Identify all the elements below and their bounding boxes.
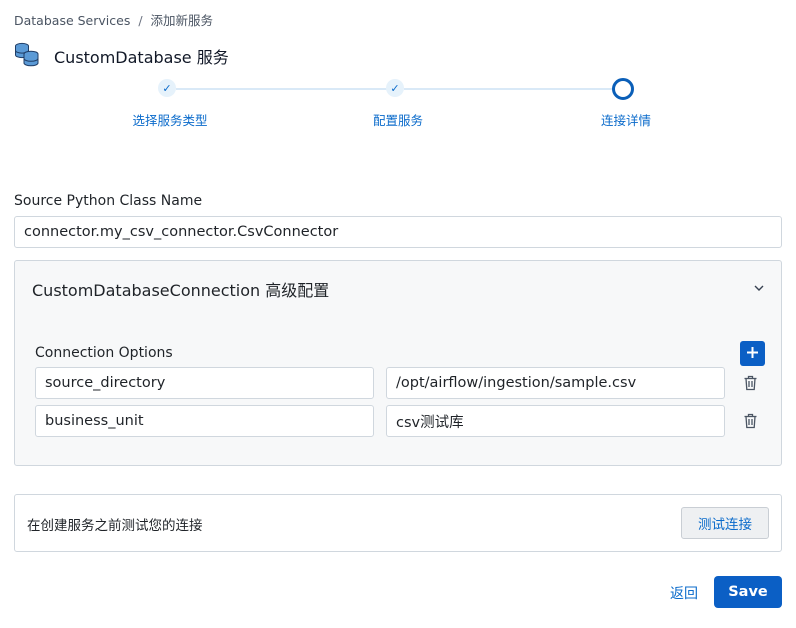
- breadcrumb-current: 添加新服务: [150, 13, 214, 28]
- step-1-label: 选择服务类型: [132, 113, 208, 128]
- source-class-value: connector.my_csv_connector.CsvConnector: [24, 224, 339, 240]
- step-2-check-icon: ✓: [386, 79, 404, 97]
- breadcrumb: Database Services / 添加新服务: [14, 10, 213, 29]
- trash-icon[interactable]: [743, 375, 758, 395]
- breadcrumb-link-database-services[interactable]: Database Services: [14, 13, 130, 28]
- trash-icon[interactable]: [743, 413, 758, 433]
- step-3-current-icon: [612, 78, 634, 100]
- breadcrumb-separator: /: [138, 13, 143, 28]
- test-connection-button[interactable]: 测试连接: [681, 507, 769, 539]
- stepper-connector: [404, 88, 614, 90]
- page-header: CustomDatabase 服务: [14, 42, 229, 70]
- stepper-connector: [176, 88, 388, 90]
- test-connection-text: 在创建服务之前测试您的连接: [27, 518, 203, 534]
- step-1-check-icon: ✓: [158, 79, 176, 97]
- option-value-input[interactable]: csv测试库: [386, 405, 725, 437]
- back-button[interactable]: 返回: [670, 583, 698, 603]
- plus-icon: [746, 344, 759, 363]
- option-key-input[interactable]: source_directory: [35, 367, 374, 399]
- option-value-value: csv测试库: [396, 414, 464, 431]
- source-class-input[interactable]: connector.my_csv_connector.CsvConnector: [14, 216, 782, 248]
- page-title: CustomDatabase 服务: [54, 48, 229, 67]
- advanced-config-panel: CustomDatabaseConnection 高级配置 Connection…: [14, 260, 782, 466]
- option-value-value: /opt/airflow/ingestion/sample.csv: [396, 375, 637, 391]
- connection-options-label: Connection Options: [35, 345, 173, 361]
- step-3-label: 连接详情: [600, 113, 652, 128]
- test-connection-panel: 在创建服务之前测试您的连接 测试连接: [14, 494, 782, 552]
- source-class-label: Source Python Class Name: [14, 193, 203, 209]
- option-value-input[interactable]: /opt/airflow/ingestion/sample.csv: [386, 367, 725, 399]
- option-key-input[interactable]: business_unit: [35, 405, 374, 437]
- advanced-config-title[interactable]: CustomDatabaseConnection 高级配置: [32, 277, 329, 301]
- add-option-button[interactable]: [740, 341, 765, 366]
- database-stack-icon: [14, 41, 40, 71]
- option-key-value: business_unit: [45, 413, 144, 429]
- step-2-label: 配置服务: [372, 113, 424, 128]
- save-button[interactable]: Save: [714, 576, 782, 608]
- chevron-down-icon[interactable]: [753, 279, 765, 298]
- option-key-value: source_directory: [45, 375, 166, 391]
